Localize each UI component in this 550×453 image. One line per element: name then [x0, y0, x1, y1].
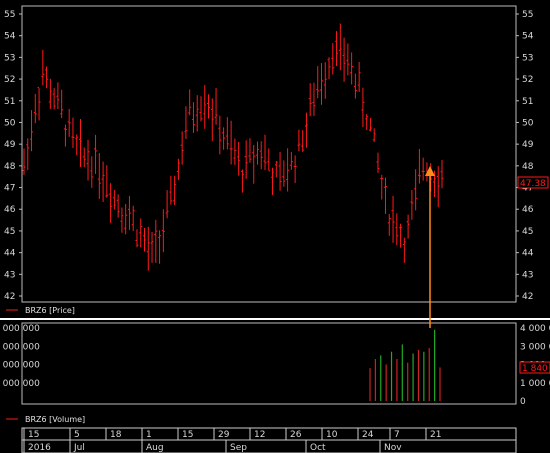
price-tick-right: 54: [522, 32, 534, 42]
last-price-label: 47.38: [520, 179, 546, 189]
price-axis-right: 4243444546474849505152535455: [516, 10, 534, 302]
day-label: 21: [430, 430, 441, 440]
price-tick-right: 46: [522, 205, 534, 215]
last-volume-label: 1 840 5: [522, 364, 550, 374]
price-tick-right: 42: [522, 292, 533, 302]
price-tick-left: 46: [4, 205, 16, 215]
price-tick-right: 52: [522, 75, 533, 85]
day-label: 5: [74, 430, 80, 440]
price-tick-left: 43: [4, 270, 15, 280]
price-tick-left: 44: [4, 249, 16, 259]
month-label: Oct: [310, 443, 326, 453]
day-label: 26: [290, 430, 302, 440]
volume-panel[interactable]: [21, 322, 517, 405]
chart-canvas[interactable]: 4243444546474849505152535455 42434445464…: [0, 0, 550, 453]
price-axis-left: 42 43 44 45 46 47 48 49 50 51 52 53 54 55: [4, 10, 22, 302]
volume-tick-left: 1 000 000: [0, 379, 40, 389]
price-tick-left: 55: [4, 10, 15, 20]
day-label: 1: [146, 430, 152, 440]
volume-axis-left: 01 000 0002 000 0003 000 0004 000 000: [0, 324, 40, 389]
price-tick-left: 48: [4, 162, 16, 172]
price-tick-left: 54: [4, 32, 16, 42]
volume-tick-left: 2 000 000: [0, 361, 40, 371]
volume-tick-right: 4 000 000: [520, 324, 550, 334]
annotation-arrow[interactable]: [425, 166, 435, 328]
price-tick-right: 45: [522, 227, 533, 237]
price-tick-left: 42: [4, 292, 15, 302]
day-label: 10: [326, 430, 338, 440]
price-tick-left: 49: [4, 140, 16, 150]
volume-legend: BRZ6 [Volume]: [25, 415, 85, 424]
day-label: 12: [254, 430, 265, 440]
price-tick-left: 47: [4, 184, 15, 194]
price-tick-right: 44: [522, 249, 534, 259]
price-tick-left: 45: [4, 227, 15, 237]
day-label: 7: [394, 430, 400, 440]
price-tick-left: 52: [4, 75, 15, 85]
day-label: 15: [182, 430, 193, 440]
volume-tick-left: 4 000 000: [0, 324, 40, 334]
volume-series: [369, 329, 441, 401]
day-label: 29: [218, 430, 230, 440]
price-tick-right: 49: [522, 140, 534, 150]
price-legend: BRZ6 [Price]: [25, 306, 75, 315]
price-tick-right: 51: [522, 97, 533, 107]
price-tick-left: 51: [4, 97, 15, 107]
price-tick-right: 55: [522, 10, 533, 20]
month-label: 2016: [28, 443, 51, 453]
time-axis-days[interactable]: [21, 427, 517, 441]
price-tick-right: 48: [522, 162, 534, 172]
month-label: Aug: [146, 443, 164, 453]
day-label: 24: [362, 430, 374, 440]
time-axis-months[interactable]: [21, 439, 517, 453]
price-series: [22, 23, 444, 271]
month-label: Nov: [384, 443, 402, 453]
volume-tick-right: 3 000 000: [520, 342, 550, 352]
price-tick-right: 50: [522, 118, 534, 128]
price-tick-left: 53: [4, 53, 15, 63]
volume-tick-right: 0: [520, 397, 526, 407]
day-label: 15: [28, 430, 39, 440]
month-label: Sep: [230, 443, 247, 453]
price-tick-right: 53: [522, 53, 533, 63]
price-tick-right: 43: [522, 270, 533, 280]
month-label: Jul: [73, 443, 85, 453]
day-label: 18: [110, 430, 122, 440]
volume-tick-left: 3 000 000: [0, 342, 40, 352]
price-tick-left: 50: [4, 118, 16, 128]
volume-tick-right: 1 000 000: [520, 379, 550, 389]
